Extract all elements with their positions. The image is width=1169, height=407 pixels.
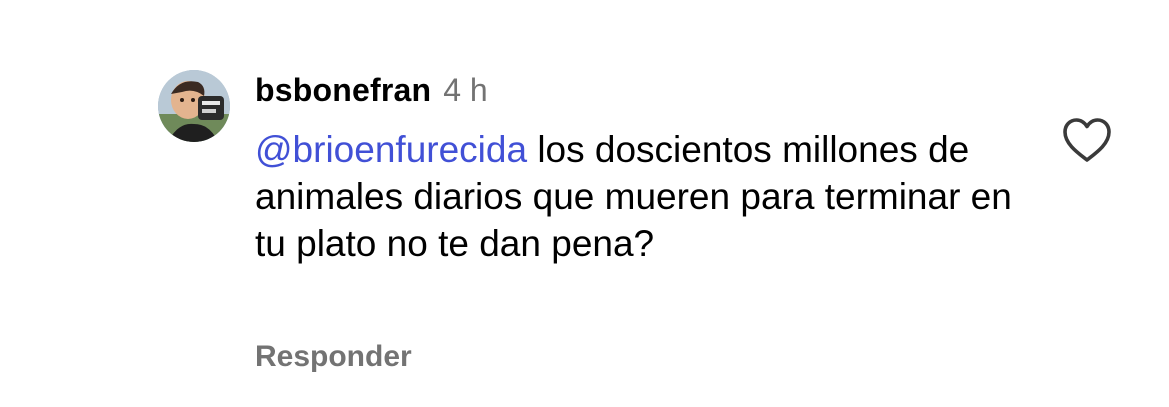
heart-outline-icon <box>1063 118 1111 162</box>
username-link[interactable]: bsbonefran <box>255 72 431 109</box>
like-button[interactable] <box>1060 115 1114 165</box>
mention-link[interactable]: @brioenfurecida <box>255 129 527 170</box>
comment-timestamp: 4 h <box>443 72 488 108</box>
comment-header: bsbonefran 4 h <box>255 72 488 112</box>
avatar-photo <box>158 70 230 142</box>
comment: bsbonefran 4 h @brioenfurecida los dosci… <box>0 0 1169 407</box>
reply-button[interactable]: Responder <box>255 340 412 374</box>
avatar[interactable] <box>158 70 230 142</box>
comment-text: @brioenfurecida los doscientos millones … <box>255 126 1045 267</box>
